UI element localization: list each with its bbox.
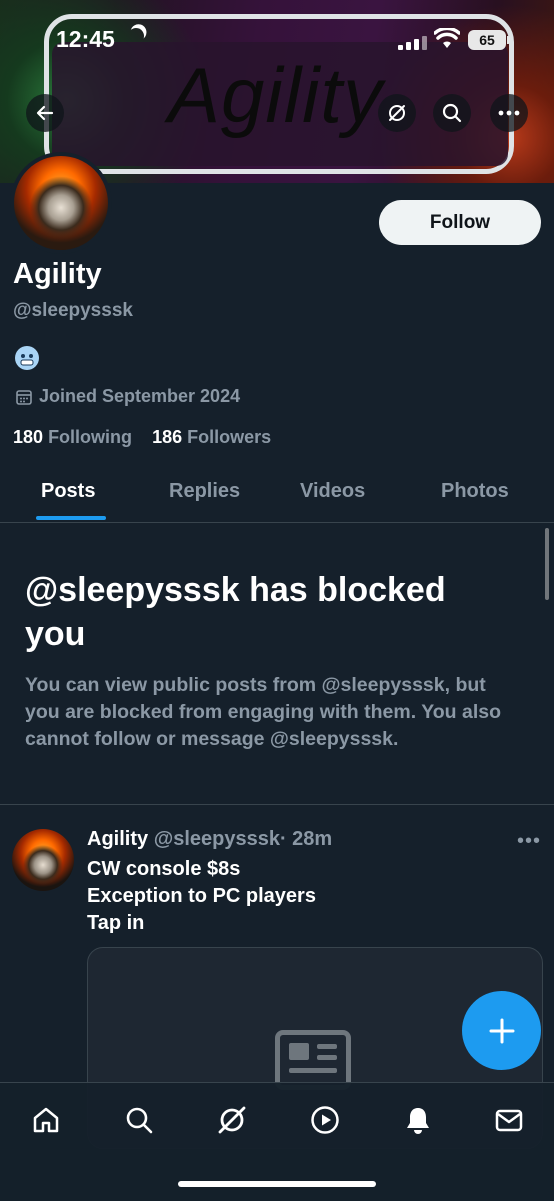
post-avatar[interactable] (12, 829, 74, 891)
tab-replies[interactable]: Replies (169, 480, 240, 503)
more-options-button[interactable] (490, 94, 528, 132)
mail-icon (495, 1109, 523, 1132)
wifi-icon (434, 28, 460, 48)
followers-link[interactable]: 186 Followers (152, 427, 271, 447)
nav-messages-button[interactable] (489, 1100, 529, 1140)
nav-video-button[interactable] (305, 1100, 345, 1140)
joined-date: Joined September 2024 (15, 386, 240, 407)
home-indicator (178, 1181, 376, 1187)
post-more-icon[interactable]: ••• (517, 830, 541, 853)
play-icon (311, 1106, 339, 1134)
profile-avatar[interactable] (10, 152, 112, 254)
nav-home-button[interactable] (26, 1100, 66, 1140)
divider (0, 804, 554, 805)
signal-icon (398, 36, 428, 50)
blocked-description: You can view public posts from @sleepyss… (25, 674, 502, 750)
banner-text: Agility (168, 51, 384, 139)
following-label: Following (48, 427, 133, 447)
followers-label: Followers (187, 427, 272, 447)
nav-notifications-button[interactable] (398, 1100, 438, 1140)
tab-photos[interactable]: Photos (441, 480, 509, 503)
scrollbar[interactable] (545, 528, 549, 600)
following-link[interactable]: 180 Following (13, 427, 132, 447)
search-icon (126, 1107, 153, 1134)
post-line: Exception to PC players (87, 885, 316, 907)
back-button[interactable] (26, 94, 64, 132)
battery-tip (507, 36, 510, 44)
follow-button[interactable]: Follow (379, 200, 541, 245)
post-time: · 28m (279, 828, 333, 850)
bell-icon (407, 1108, 429, 1134)
post-handle: @sleepysssk (153, 828, 280, 850)
search-icon (442, 103, 462, 123)
tab-posts[interactable]: Posts (41, 480, 95, 503)
profile-tabs: Posts Replies Videos Photos (0, 468, 554, 523)
freezing-face-emoji-icon (15, 346, 39, 370)
compose-post-button[interactable] (462, 991, 541, 1070)
nav-grok-button[interactable] (212, 1100, 252, 1140)
tab-videos[interactable]: Videos (300, 480, 365, 503)
article-icon (275, 1030, 351, 1090)
profile-handle: @sleepysssk (13, 300, 133, 321)
nav-search-button[interactable] (119, 1100, 159, 1140)
status-time: 12:45 (56, 26, 115, 52)
grok-button[interactable] (378, 94, 416, 132)
grok-icon (389, 105, 405, 121)
post-line: Tap in (87, 912, 145, 934)
back-arrow-icon (36, 105, 54, 121)
followers-count: 186 (152, 427, 183, 447)
battery-indicator: 65 (468, 30, 506, 50)
follow-counts: 180 Following 186 Followers (13, 427, 271, 448)
home-icon (33, 1107, 59, 1133)
grok-icon (218, 1106, 246, 1134)
active-tab-indicator (36, 516, 106, 520)
joined-text: Joined September 2024 (39, 386, 241, 406)
blocked-title: @sleepysssk has blocked you (25, 571, 446, 653)
post-author[interactable]: Agility (87, 828, 148, 850)
more-icon (498, 110, 520, 116)
post-line: CW console $8s (87, 858, 241, 880)
post-body: CW console $8s Exception to PC players T… (87, 856, 316, 937)
profile-name: Agility (13, 258, 102, 290)
calendar-icon (16, 389, 32, 405)
post-header: Agility @sleepysssk· 28m (87, 828, 332, 851)
plus-icon (489, 1018, 514, 1043)
following-count: 180 (13, 427, 44, 447)
search-button[interactable] (433, 94, 471, 132)
